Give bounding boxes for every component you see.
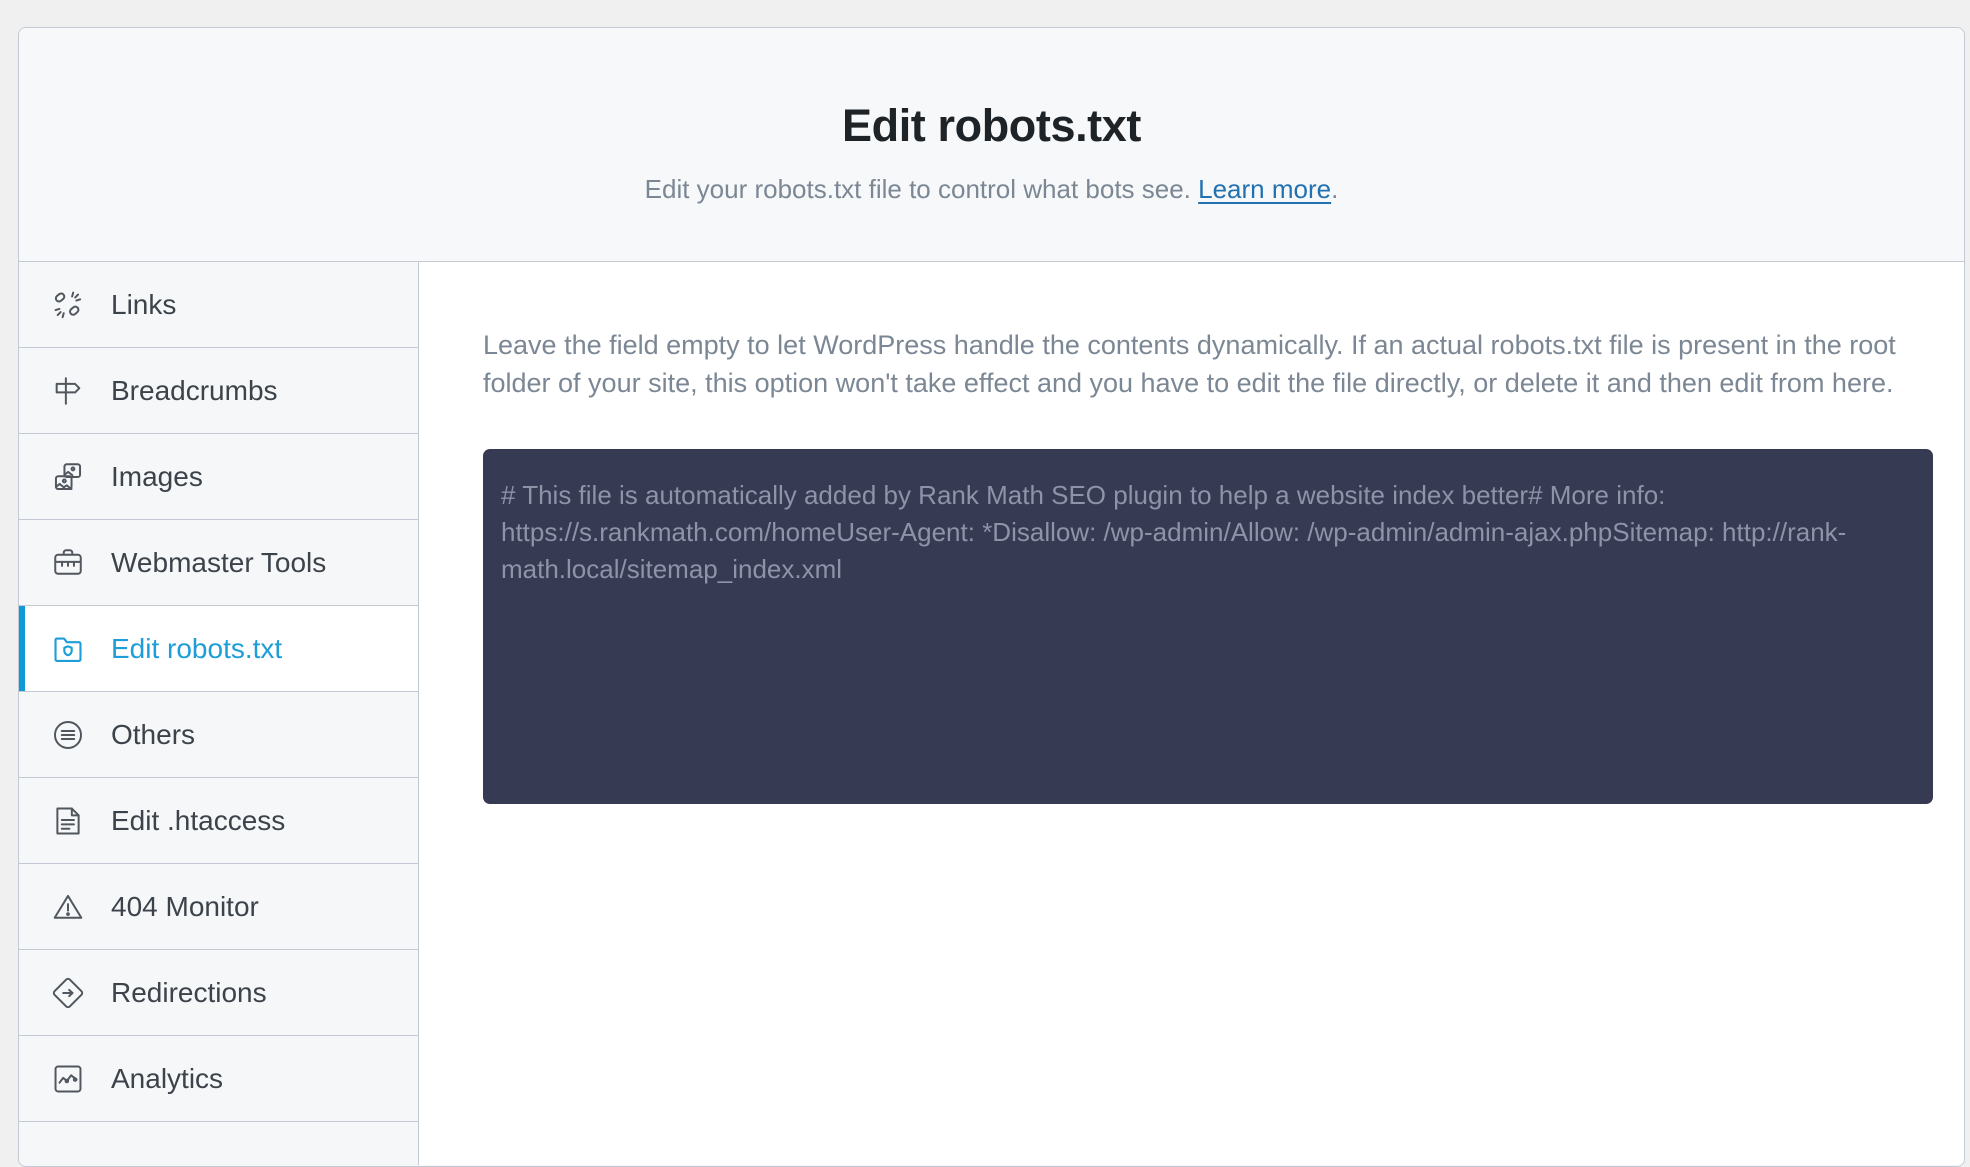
signpost-icon <box>49 372 87 410</box>
sidebar-item-label: Analytics <box>111 1062 224 1094</box>
card-body: Links Breadcrumbs Images Webmaster Tools… <box>19 262 1964 1165</box>
robots-txt-editor[interactable] <box>483 448 1933 804</box>
sidebar-item-404-monitor[interactable]: 404 Monitor <box>19 864 418 950</box>
page-header: Edit robots.txt Edit your robots.txt fil… <box>19 28 1964 262</box>
sidebar-item-label: Webmaster Tools <box>111 546 327 578</box>
robots-help-text: Leave the field empty to let WordPress h… <box>483 330 1896 399</box>
page-subtitle: Edit your robots.txt file to control wha… <box>645 173 1339 207</box>
sidebar-item-label: Redirections <box>111 976 267 1008</box>
sidebar-item-others[interactable]: Others <box>19 692 418 778</box>
page-subtitle-suffix: . <box>1331 173 1339 204</box>
sidebar-item-edit-htaccess[interactable]: Edit .htaccess <box>19 778 418 864</box>
page-subtitle-text: Edit your robots.txt file to control wha… <box>644 173 1199 204</box>
sidebar-item-label: Edit robots.txt <box>111 632 283 664</box>
sidebar-item-edit-robots-txt[interactable]: Edit robots.txt <box>19 606 418 692</box>
sidebar-item-label: Links <box>111 288 177 320</box>
sidebar-item-label: 404 Monitor <box>111 890 259 922</box>
main-content: Leave the field empty to let WordPress h… <box>419 262 1964 1165</box>
warning-triangle-icon <box>49 888 87 926</box>
sidebar-item-breadcrumbs[interactable]: Breadcrumbs <box>19 348 418 434</box>
sidebar-item-label: Edit .htaccess <box>111 804 286 836</box>
sidebar-item-webmaster-tools[interactable]: Webmaster Tools <box>19 520 418 606</box>
settings-card: Edit robots.txt Edit your robots.txt fil… <box>18 27 1965 1167</box>
chart-square-icon <box>49 1060 87 1098</box>
sidebar-item-label: Images <box>111 460 203 492</box>
toolbox-icon <box>49 544 87 582</box>
diamond-arrow-icon <box>49 974 87 1012</box>
links-icon <box>49 286 87 324</box>
list-circle-icon <box>49 716 87 754</box>
sidebar-item-label: Breadcrumbs <box>111 374 278 406</box>
page-title: Edit robots.txt <box>842 100 1141 151</box>
sidebar-item-links[interactable]: Links <box>19 262 418 348</box>
settings-sidebar: Links Breadcrumbs Images Webmaster Tools… <box>19 262 419 1165</box>
folder-shield-icon <box>49 630 87 668</box>
images-icon <box>49 458 87 496</box>
sidebar-item-analytics[interactable]: Analytics <box>19 1036 418 1122</box>
sidebar-item-label: Others <box>111 718 196 750</box>
file-lines-icon <box>49 802 87 840</box>
sidebar-item-redirections[interactable]: Redirections <box>19 950 418 1036</box>
learn-more-link[interactable]: Learn more <box>1198 174 1331 204</box>
sidebar-item-images[interactable]: Images <box>19 434 418 520</box>
